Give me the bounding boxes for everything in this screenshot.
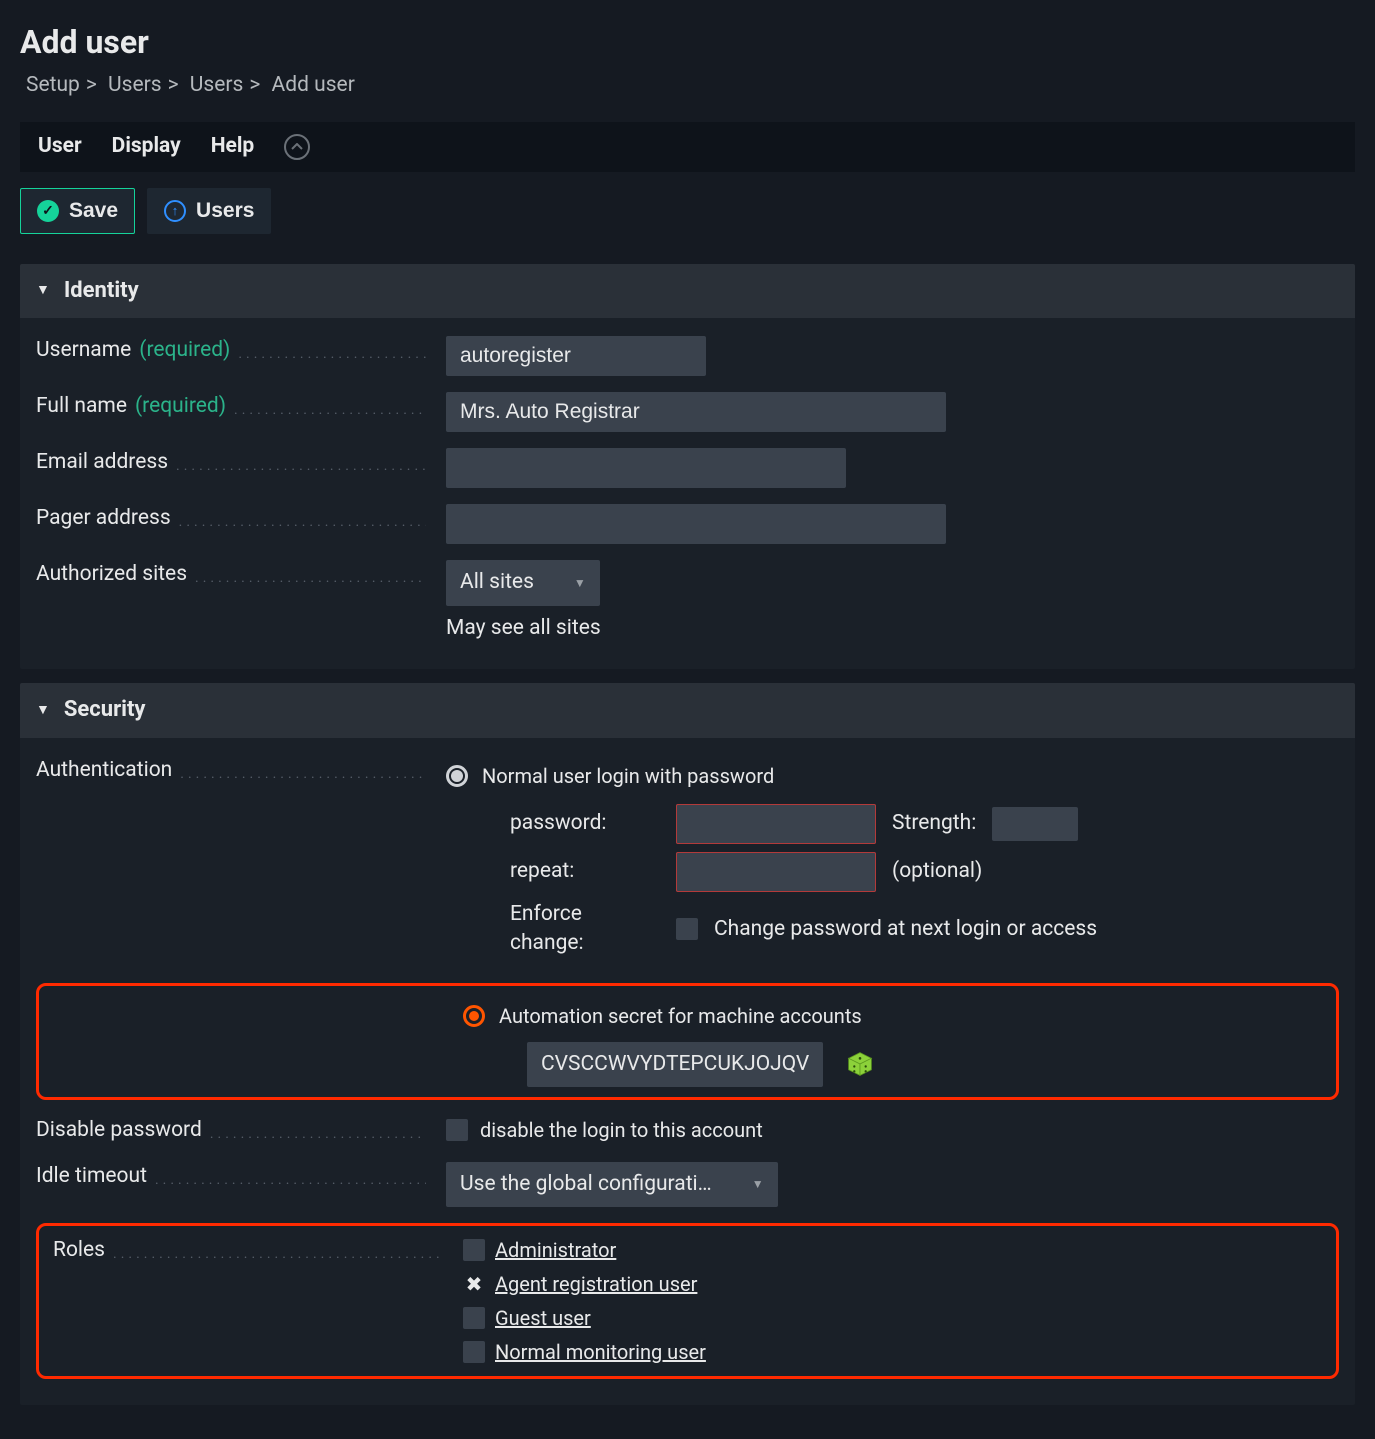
pager-input[interactable] xyxy=(446,504,946,544)
disable-pw-label: Disable password xyxy=(36,1116,202,1145)
role-link[interactable]: Normal monitoring user xyxy=(495,1338,706,1366)
save-button[interactable]: ✓ Save xyxy=(20,188,135,234)
menu-display[interactable]: Display xyxy=(112,132,181,161)
dice-icon[interactable] xyxy=(847,1051,873,1077)
chevron-down-icon: ▼ xyxy=(574,575,586,592)
fullname-label: Full name xyxy=(36,392,127,421)
role-item: Normal monitoring user xyxy=(463,1338,1322,1366)
password-input[interactable] xyxy=(676,804,876,844)
enforce-change-checkbox[interactable] xyxy=(676,918,698,940)
username-input[interactable] xyxy=(446,336,706,376)
pager-label: Pager address xyxy=(36,504,171,533)
auth-radio-automation-secret[interactable] xyxy=(463,1005,485,1027)
auth-radio-normal[interactable] xyxy=(446,765,468,787)
email-input[interactable] xyxy=(446,448,846,488)
chevron-down-icon: ▼ xyxy=(752,1176,764,1193)
collapse-menubar-icon[interactable] xyxy=(284,134,310,160)
section-identity: ▼ Identity Username (required) .........… xyxy=(20,264,1355,670)
disable-password-checkbox[interactable] xyxy=(446,1119,468,1141)
chevron-down-icon: ▼ xyxy=(36,281,50,301)
auth-label: Authentication xyxy=(36,756,172,785)
idle-timeout-select[interactable]: Use the global configurati… ▼ xyxy=(446,1162,778,1207)
role-link[interactable]: Guest user xyxy=(495,1304,591,1332)
role-checkbox[interactable] xyxy=(463,1239,485,1261)
authorized-sites-select[interactable]: All sites ▼ xyxy=(446,560,600,605)
role-link[interactable]: Agent registration user xyxy=(495,1270,697,1298)
section-identity-header[interactable]: ▼ Identity xyxy=(20,264,1355,319)
role-item: Administrator xyxy=(463,1236,1322,1264)
strength-meter xyxy=(992,807,1078,841)
page-title: Add user xyxy=(20,20,1355,65)
email-label: Email address xyxy=(36,448,168,477)
menu-user[interactable]: User xyxy=(38,132,82,161)
fullname-input[interactable] xyxy=(446,392,946,432)
chevron-down-icon: ▼ xyxy=(36,701,50,721)
automation-secret-value[interactable]: CVSCCWVYDTEPCUKJOJQV xyxy=(527,1042,823,1087)
password-repeat-input[interactable] xyxy=(676,852,876,892)
section-security: ▼ Security Authentication ..............… xyxy=(20,683,1355,1405)
role-checkbox[interactable] xyxy=(463,1307,485,1329)
role-checkbox[interactable] xyxy=(463,1341,485,1363)
role-item: ✖ Agent registration user xyxy=(463,1270,1322,1298)
users-button[interactable]: ↑ Users xyxy=(147,188,271,234)
sites-label: Authorized sites xyxy=(36,560,187,589)
breadcrumb: Setup> Users> Users> Add user xyxy=(20,71,1355,100)
role-link[interactable]: Administrator xyxy=(495,1236,616,1264)
sites-hint: May see all sites xyxy=(446,614,1339,643)
idle-timeout-label: Idle timeout xyxy=(36,1162,147,1191)
username-label: Username xyxy=(36,336,131,365)
roles-highlight: Roles ..................................… xyxy=(36,1223,1339,1379)
checked-icon[interactable]: ✖ xyxy=(463,1270,485,1298)
check-icon: ✓ xyxy=(37,200,59,222)
menu-help[interactable]: Help xyxy=(211,132,255,161)
automation-secret-highlight: Automation secret for machine accounts C… xyxy=(36,983,1339,1100)
menubar: User Display Help xyxy=(20,122,1355,171)
roles-label: Roles xyxy=(53,1236,105,1265)
section-security-header[interactable]: ▼ Security xyxy=(20,683,1355,738)
up-arrow-icon: ↑ xyxy=(164,200,186,222)
role-item: Guest user xyxy=(463,1304,1322,1332)
